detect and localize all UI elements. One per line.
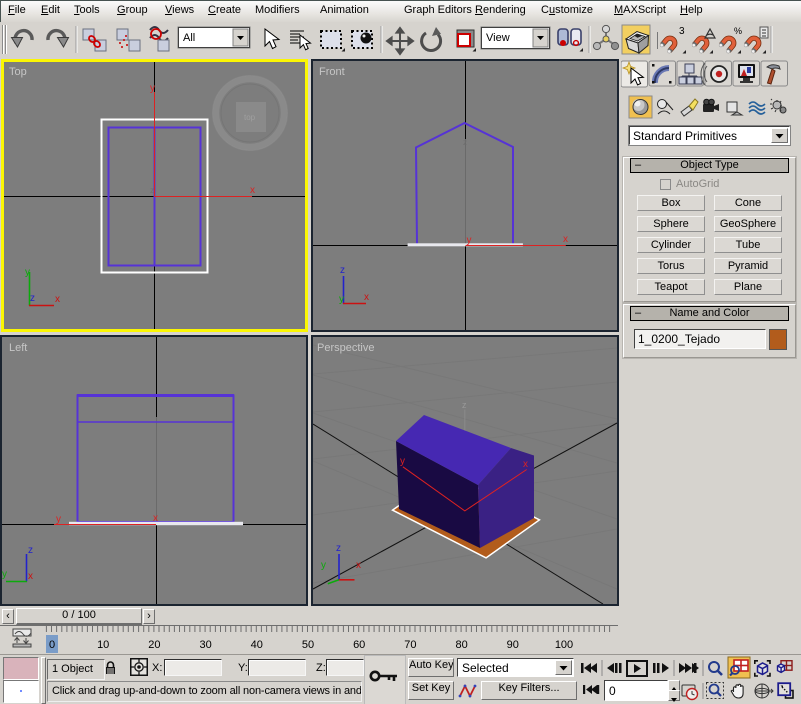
svg-text:80: 80 xyxy=(455,639,467,651)
svg-text:90: 90 xyxy=(507,639,519,651)
svg-text:x: x xyxy=(356,560,361,571)
svg-text:x: x xyxy=(364,292,369,303)
svg-text:40: 40 xyxy=(251,639,263,651)
svg-text:View: View xyxy=(486,32,510,44)
svg-text:y: y xyxy=(25,267,30,278)
svg-text:x: x xyxy=(153,513,158,524)
svg-text:20: 20 xyxy=(148,639,160,651)
svg-text:y: y xyxy=(339,294,344,305)
svg-text:y: y xyxy=(2,569,7,580)
svg-text:z: z xyxy=(462,400,467,410)
svg-text:y: y xyxy=(321,560,326,571)
svg-text:3: 3 xyxy=(679,26,685,37)
svg-text:y: y xyxy=(56,514,61,525)
svg-text:Left: Left xyxy=(9,342,27,354)
svg-text:%: % xyxy=(734,26,742,36)
svg-text:70: 70 xyxy=(404,639,416,651)
svg-text:x: x xyxy=(250,185,255,196)
svg-text:30: 30 xyxy=(199,639,211,651)
svg-text:x: x xyxy=(523,459,528,470)
svg-text:Top: Top xyxy=(9,66,27,78)
svg-text:z: z xyxy=(463,138,467,147)
svg-text:z: z xyxy=(28,545,33,556)
svg-text:z: z xyxy=(340,265,345,276)
svg-text:100: 100 xyxy=(555,639,573,651)
svg-text:50: 50 xyxy=(302,639,314,651)
svg-text:x: x xyxy=(563,234,568,245)
svg-text:z: z xyxy=(30,293,35,304)
svg-text:All: All xyxy=(183,32,195,44)
svg-text:0: 0 xyxy=(49,639,55,651)
svg-text:y: y xyxy=(400,456,405,467)
svg-text:y: y xyxy=(150,83,155,94)
svg-text:Perspective: Perspective xyxy=(317,342,374,354)
svg-text:x: x xyxy=(55,294,60,305)
svg-text:z: z xyxy=(336,543,341,554)
svg-text:y: y xyxy=(467,235,472,246)
svg-text:top: top xyxy=(244,113,256,122)
svg-text:z: z xyxy=(150,186,154,195)
svg-text:x: x xyxy=(28,571,33,582)
svg-text:10: 10 xyxy=(97,639,109,651)
svg-text:60: 60 xyxy=(353,639,365,651)
svg-text:Front: Front xyxy=(319,66,345,78)
